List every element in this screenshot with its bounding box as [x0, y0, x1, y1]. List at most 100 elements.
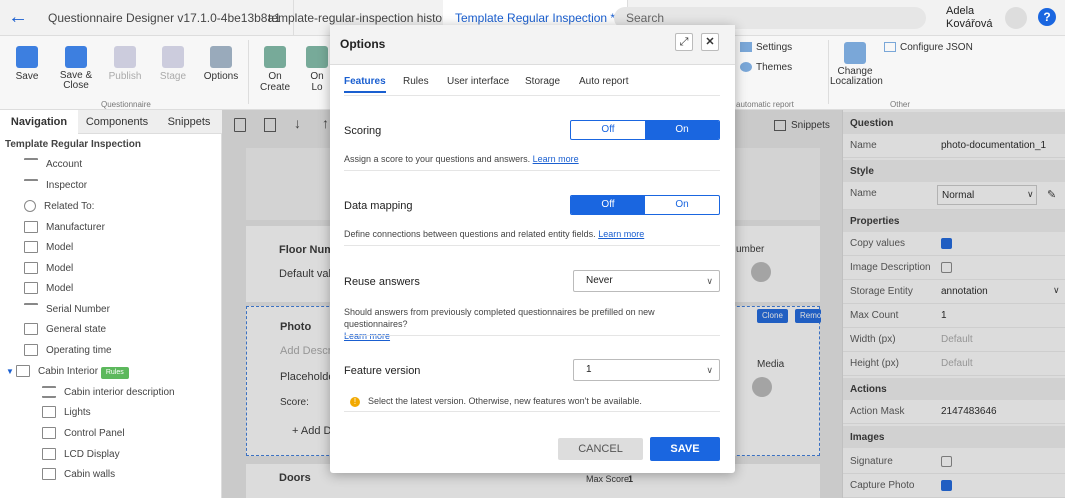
text-field-icon	[24, 179, 38, 191]
navigation-panel: Navigation Components Snippets Template …	[0, 110, 222, 498]
divider	[344, 170, 720, 171]
dialog-title: Options	[340, 37, 386, 51]
table-icon	[24, 221, 38, 234]
table-icon	[42, 448, 56, 461]
reuse-learn-more-link[interactable]: Learn more	[344, 331, 390, 341]
nav-item[interactable]: LCD Display	[42, 444, 120, 465]
text-field-icon	[24, 303, 38, 315]
nav-item[interactable]: Related To:	[24, 196, 94, 217]
nav-item[interactable]: Model	[24, 237, 73, 258]
divider	[248, 40, 249, 104]
group-other-label: Other	[890, 100, 911, 109]
help-icon[interactable]: ?	[1038, 8, 1056, 26]
nav-item[interactable]: Model	[24, 278, 73, 299]
json-icon	[884, 42, 896, 53]
publish-button[interactable]: Publish	[106, 46, 144, 82]
divider	[344, 411, 720, 412]
themes-button[interactable]: Themes	[740, 62, 792, 73]
tab-rules[interactable]: Rules	[403, 76, 429, 87]
nav-item-cabin-interior[interactable]: ▼ Cabin Interior Rules	[6, 361, 129, 382]
nav-item[interactable]: Manufacturer	[24, 217, 105, 238]
dialog-header: Options ⤢ ✕	[330, 25, 735, 65]
warning-icon: !	[350, 397, 360, 407]
tab-components[interactable]: Components	[78, 110, 156, 134]
table-icon	[24, 241, 38, 254]
lookup-icon	[24, 200, 36, 213]
expand-arrow-icon[interactable]: ▼	[6, 361, 16, 382]
divider	[344, 335, 720, 336]
tab-navigation[interactable]: Navigation	[0, 110, 78, 134]
tab-features[interactable]: Features	[344, 76, 386, 93]
nav-item[interactable]: Model	[24, 258, 73, 279]
reuse-answers-description: Should answers from previously completed…	[344, 307, 655, 341]
nav-root[interactable]: Template Regular Inspection	[5, 139, 141, 150]
options-icon	[210, 46, 232, 68]
on-load-button[interactable]: On Lo	[304, 46, 330, 93]
tabs-divider	[344, 95, 720, 96]
text-field-icon	[24, 158, 38, 170]
tab-snippets[interactable]: Snippets	[156, 110, 222, 134]
nav-item[interactable]: Operating time	[24, 340, 112, 361]
save-close-icon	[65, 46, 87, 68]
nav-item[interactable]: Cabin walls	[42, 464, 115, 485]
configure-json-button[interactable]: Configure JSON	[884, 42, 973, 53]
table-icon	[42, 406, 56, 419]
feature-version-select[interactable]: 1 ∨	[573, 359, 720, 381]
scoring-toggle[interactable]: Off On	[570, 120, 720, 140]
divider	[344, 245, 720, 246]
text-block-icon	[42, 386, 56, 399]
close-icon[interactable]: ✕	[701, 33, 719, 51]
on-load-icon	[306, 46, 328, 68]
group-questionnaire-label: Questionnaire	[101, 100, 151, 109]
tab-user-interface[interactable]: User interface	[447, 76, 509, 87]
rules-badge: Rules	[100, 367, 129, 379]
data-mapping-on-option[interactable]: On	[645, 196, 719, 214]
nav-item[interactable]: General state	[24, 319, 106, 340]
data-mapping-toggle[interactable]: Off On	[570, 195, 720, 215]
scoring-off-option[interactable]: Off	[571, 121, 645, 139]
divider	[828, 40, 829, 104]
options-dialog: Options ⤢ ✕ Features Rules User interfac…	[330, 25, 735, 473]
nav-item[interactable]: Control Panel	[42, 423, 125, 444]
data-mapping-label: Data mapping	[344, 200, 413, 212]
save-button[interactable]: Save	[12, 46, 42, 82]
nav-item[interactable]: Account	[24, 154, 82, 175]
chevron-down-icon: ∨	[706, 276, 713, 286]
group-auto-report-label: automatic report	[736, 100, 794, 109]
avatar[interactable]	[1005, 7, 1027, 29]
tab-storage[interactable]: Storage	[525, 76, 560, 87]
save-button[interactable]: SAVE	[650, 437, 720, 461]
expand-icon[interactable]: ⤢	[675, 33, 693, 51]
settings-button[interactable]: Settings	[740, 42, 792, 53]
reuse-answers-label: Reuse answers	[344, 276, 420, 288]
scoring-on-option[interactable]: On	[645, 121, 719, 139]
stage-button[interactable]: Stage	[155, 46, 191, 82]
cancel-button[interactable]: CANCEL	[558, 438, 643, 460]
chevron-down-icon: ∨	[706, 365, 713, 375]
reuse-answers-select[interactable]: Never ∨	[573, 270, 720, 292]
on-create-icon	[264, 46, 286, 68]
on-create-button[interactable]: On Create	[252, 46, 298, 93]
nav-item[interactable]: Cabin interior description	[42, 382, 175, 403]
data-mapping-off-option[interactable]: Off	[571, 196, 645, 214]
table-icon	[24, 323, 38, 336]
nav-item[interactable]: Lights	[42, 402, 91, 423]
scoring-label: Scoring	[344, 125, 382, 137]
save-close-button[interactable]: Save & Close	[56, 46, 96, 91]
table-icon	[24, 262, 38, 275]
options-button[interactable]: Options	[202, 46, 240, 82]
nav-item[interactable]: Inspector	[24, 175, 87, 196]
change-localization-button[interactable]: Change Localization	[830, 42, 883, 87]
publish-icon	[114, 46, 136, 68]
tab-auto-report[interactable]: Auto report	[579, 76, 628, 87]
scoring-learn-more-link[interactable]: Learn more	[533, 154, 579, 164]
user-name: Adela Kovářová	[946, 5, 993, 30]
localization-icon	[844, 42, 866, 64]
settings-icon	[740, 42, 752, 53]
feature-version-label: Feature version	[344, 365, 421, 377]
back-arrow-icon[interactable]: ←	[8, 6, 30, 28]
number-icon	[24, 344, 38, 357]
table-icon	[42, 468, 56, 481]
nav-item[interactable]: Serial Number	[24, 299, 110, 320]
data-mapping-learn-more-link[interactable]: Learn more	[598, 229, 644, 239]
